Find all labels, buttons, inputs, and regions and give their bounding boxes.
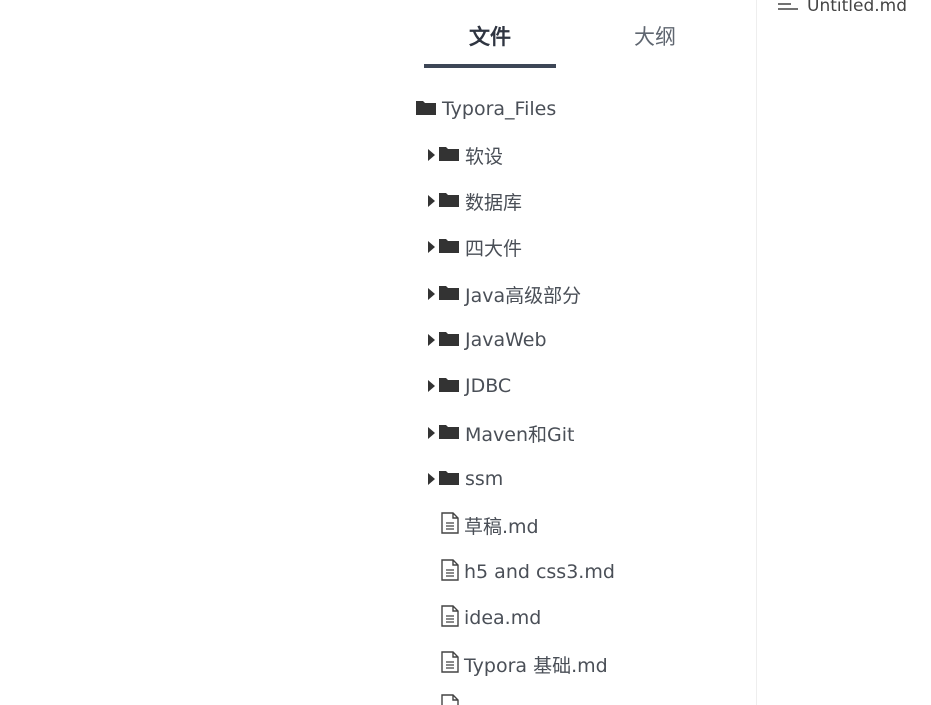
file-icon bbox=[441, 604, 459, 632]
folder-icon bbox=[439, 144, 459, 166]
tree-folder-item[interactable]: Maven和Git bbox=[428, 416, 574, 450]
tree-folder-label: ssm bbox=[465, 468, 504, 490]
tree-root-folder[interactable]: Typora_Files bbox=[416, 92, 556, 126]
tree-root-label: Typora_Files bbox=[442, 98, 557, 120]
expand-caret-icon[interactable] bbox=[428, 380, 435, 392]
tab-files[interactable]: 文件 bbox=[424, 22, 556, 52]
tree-folder-item[interactable]: 四大件 bbox=[428, 230, 522, 264]
file-icon bbox=[441, 558, 459, 586]
folder-icon bbox=[439, 283, 459, 305]
tree-folder-item[interactable]: JDBC bbox=[428, 369, 511, 403]
folder-icon bbox=[439, 236, 459, 258]
tree-folder-label: Maven和Git bbox=[465, 423, 575, 446]
tree-folder-item[interactable]: JavaWeb bbox=[428, 323, 547, 357]
open-files-pane: Untitled.md bbox=[757, 0, 931, 705]
tab-outline[interactable]: 大纲 bbox=[595, 22, 715, 52]
tree-folder-label: 数据库 bbox=[465, 191, 523, 214]
file-icon bbox=[441, 511, 459, 539]
tree-file-label: h5 and css3.md bbox=[464, 561, 615, 583]
tree-file-label: 草稿.md bbox=[464, 515, 539, 538]
file-icon bbox=[441, 694, 459, 705]
open-file-item[interactable]: Untitled.md bbox=[777, 0, 907, 20]
tree-folder-label: 软设 bbox=[465, 145, 504, 168]
tree-folder-label: 四大件 bbox=[465, 237, 523, 260]
tree-file-item[interactable]: h5 and css3.md bbox=[441, 555, 615, 589]
folder-icon bbox=[439, 422, 459, 444]
expand-caret-icon[interactable] bbox=[428, 427, 435, 439]
tree-folder-label: JavaWeb bbox=[465, 329, 547, 351]
tree-folder-label: JDBC bbox=[465, 375, 512, 397]
folder-icon bbox=[439, 375, 459, 397]
tree-folder-item[interactable]: Java高级部分 bbox=[428, 277, 581, 311]
tree-folder-item[interactable]: ssm bbox=[428, 462, 503, 496]
tree-file-item[interactable]: Typora 基础.md bbox=[441, 647, 608, 681]
file-icon bbox=[441, 650, 459, 678]
expand-caret-icon[interactable] bbox=[428, 149, 435, 161]
tree-file-item[interactable]: 草稿.md bbox=[441, 508, 539, 542]
file-sidebar: 文件 大纲 Typora_Files 软设 数据库 四大件 Java高级部分 J… bbox=[0, 0, 757, 705]
expand-caret-icon[interactable] bbox=[428, 473, 435, 485]
expand-caret-icon[interactable] bbox=[428, 334, 435, 346]
folder-icon bbox=[439, 190, 459, 212]
tree-file-item[interactable]: idea.md bbox=[441, 601, 541, 635]
document-lines-icon bbox=[777, 0, 799, 17]
expand-caret-icon[interactable] bbox=[428, 195, 435, 207]
tree-folder-label: Java高级部分 bbox=[465, 284, 582, 307]
expand-caret-icon[interactable] bbox=[428, 241, 435, 253]
tree-folder-item[interactable]: 软设 bbox=[428, 138, 503, 172]
active-tab-indicator bbox=[424, 64, 556, 68]
tree-file-label: Typora 基础.md bbox=[464, 654, 608, 677]
open-file-label: Untitled.md bbox=[807, 0, 907, 16]
folder-icon bbox=[439, 468, 459, 490]
tree-file-label: idea.md bbox=[464, 607, 542, 629]
folder-icon bbox=[439, 329, 459, 351]
tree-file-item-partial[interactable] bbox=[441, 694, 464, 705]
expand-caret-icon[interactable] bbox=[428, 288, 435, 300]
folder-icon bbox=[416, 98, 436, 120]
tree-folder-item[interactable]: 数据库 bbox=[428, 184, 522, 218]
